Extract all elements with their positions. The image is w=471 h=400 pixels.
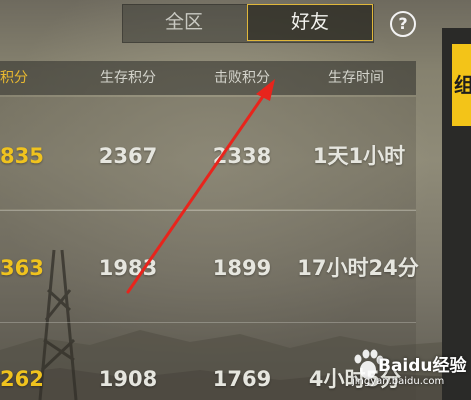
column-survival-score[interactable]: 生存积分 (82, 61, 174, 95)
row1-survival-time: 1天1小时 (312, 144, 406, 168)
row1-survival-score: 2367 (98, 144, 158, 168)
tab-friends[interactable]: 好友 (247, 4, 373, 41)
row3-kill-score: 1769 (212, 367, 272, 391)
help-icon[interactable]: ? (390, 11, 416, 37)
row2-kill-score: 1899 (212, 256, 272, 280)
column-total-score[interactable]: 总积分 (0, 61, 45, 95)
watermark-url: jingyan.baidu.com (352, 376, 445, 387)
column-survival-time[interactable]: 生存时间 (310, 61, 402, 95)
row1-kill-score: 2338 (212, 144, 272, 168)
watermark-brand: Baidu经验 (378, 356, 467, 376)
row2-survival-time: 17小时24分 (297, 256, 419, 280)
tab-all-servers[interactable]: 全区 (122, 4, 246, 41)
row1-total-score: 835 (0, 144, 44, 168)
side-tab[interactable]: 组 (452, 44, 471, 126)
row2-total-score: 363 (0, 256, 44, 280)
row3-survival-score: 1908 (98, 367, 158, 391)
row2-survival-score: 1983 (98, 256, 158, 280)
row3-total-score: 262 (0, 367, 44, 391)
column-kill-score[interactable]: 击败积分 (196, 61, 288, 95)
